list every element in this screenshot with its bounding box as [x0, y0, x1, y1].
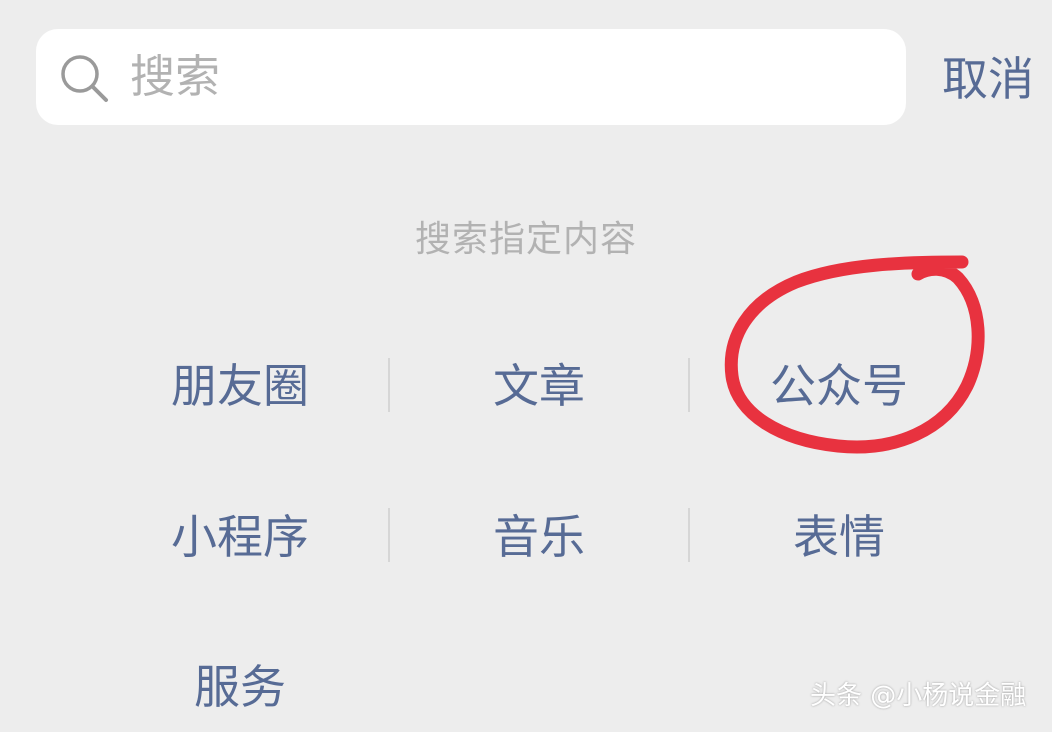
option-services[interactable]: 服务 [90, 655, 390, 719]
watermark: 头条 @小杨说金融 [810, 681, 1027, 711]
cancel-button[interactable]: 取消 [942, 44, 1034, 114]
option-music[interactable]: 音乐 [389, 505, 689, 569]
section-title: 搜索指定内容 [414, 219, 637, 260]
option-stickers[interactable]: 表情 [689, 505, 989, 569]
search-icon [61, 55, 108, 102]
option-mini-programs[interactable]: 小程序 [90, 505, 390, 569]
option-articles[interactable]: 文章 [389, 354, 689, 418]
option-official-accounts[interactable]: 公众号 [689, 354, 989, 418]
search-input[interactable] [130, 40, 870, 112]
option-moments[interactable]: 朋友圈 [90, 354, 390, 418]
